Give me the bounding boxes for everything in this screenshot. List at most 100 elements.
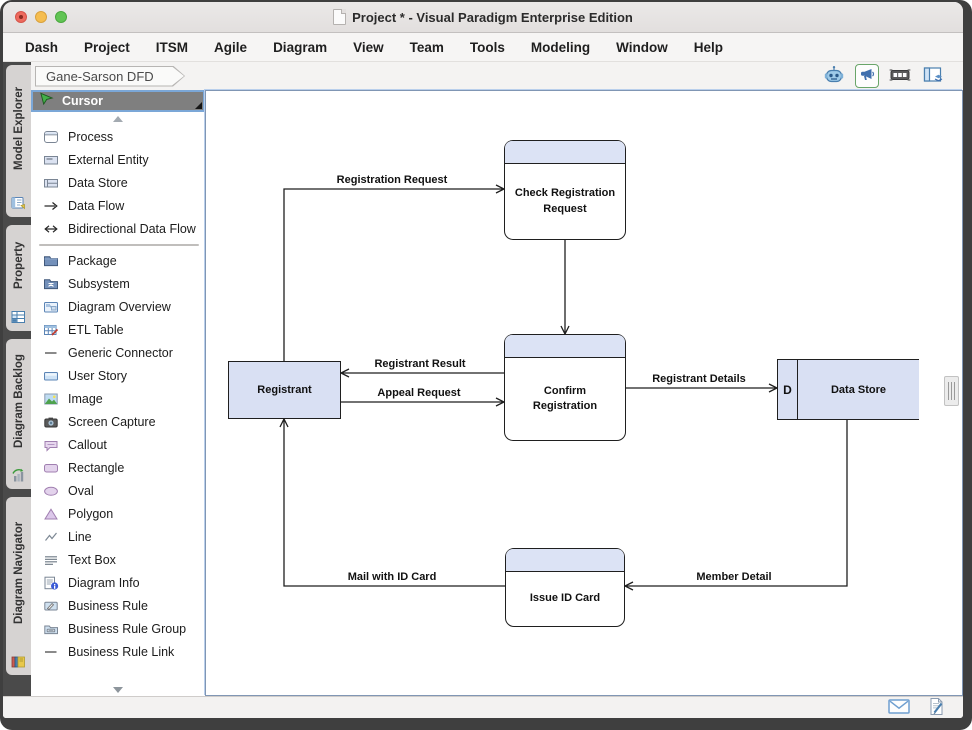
data-store-id: D [778, 360, 798, 419]
palette-item-external-entity[interactable]: External Entity [31, 148, 205, 171]
menu-view[interactable]: View [353, 40, 384, 55]
cursor-tool-label: Cursor [62, 94, 103, 108]
palette-item-bidirectional-data-flow[interactable]: Bidirectional Data Flow [31, 217, 205, 240]
menu-diagram[interactable]: Diagram [273, 40, 327, 55]
palette-cursor-tool[interactable]: Cursor [31, 90, 205, 112]
node-registrant[interactable]: Registrant [228, 361, 341, 419]
palette-item-user-story[interactable]: User Story [31, 364, 205, 387]
flow-label-member-detail[interactable]: Member Detail [696, 571, 771, 583]
diagram-backlog-icon [10, 465, 27, 485]
process-header [505, 335, 625, 358]
assistant-bot-icon [823, 64, 845, 89]
palette-item-oval[interactable]: Oval [31, 479, 205, 502]
palette-item-data-store[interactable]: Data Store [31, 171, 205, 194]
palette-item-screen-capture[interactable]: Screen Capture [31, 410, 205, 433]
menu-team[interactable]: Team [410, 40, 444, 55]
node-issue-id-card[interactable]: Issue ID Card [505, 548, 625, 627]
diagram-canvas[interactable]: Registration Request Registrant Result App… [205, 90, 963, 696]
screen-capture-icon [42, 413, 59, 430]
diagram-navigator-icon [10, 651, 27, 671]
status-edit-document-button[interactable] [928, 697, 945, 719]
status-bar [3, 696, 963, 718]
screenshot-stage: Project * - Visual Paradigm Enterprise E… [0, 0, 972, 730]
app-window: Project * - Visual Paradigm Enterprise E… [0, 0, 972, 730]
menu-dash[interactable]: Dash [25, 40, 58, 55]
toolbar-announcement-button[interactable] [855, 64, 879, 88]
side-tab-diagram-backlog[interactable]: Diagram Backlog [6, 339, 31, 489]
flow-label-registration-request[interactable]: Registration Request [337, 174, 448, 186]
palette-item-diagram-info[interactable]: Diagram Info [31, 571, 205, 594]
window-title: Project * - Visual Paradigm Enterprise E… [352, 10, 633, 25]
toolbar-storyboard-button[interactable] [888, 64, 912, 88]
flow-label-appeal-request[interactable]: Appeal Request [377, 387, 460, 399]
palette-item-label: Business Rule Group [68, 622, 186, 636]
menu-itsm[interactable]: ITSM [156, 40, 188, 55]
etl-table-icon [42, 321, 59, 338]
main-row: Cursor ProcessExternal EntityData StoreD… [31, 90, 963, 696]
palette-item-label: Polygon [68, 507, 113, 521]
node-label: Data Store [798, 360, 919, 419]
toolbar-panel-layout-button[interactable] [921, 64, 945, 88]
data-store-icon [42, 174, 59, 191]
side-tab-property[interactable]: Property [6, 225, 31, 331]
rectangle-icon [42, 459, 59, 476]
line-icon [42, 528, 59, 545]
storyboard-icon [888, 65, 912, 88]
palette-list: ProcessExternal EntityData StoreData Flo… [31, 125, 205, 683]
palette-item-callout[interactable]: Callout [31, 433, 205, 456]
toolbar-assistant-bot-button[interactable] [822, 64, 846, 88]
palette-item-package[interactable]: Package [31, 249, 205, 272]
generic-connector-icon [42, 344, 59, 361]
node-confirm-registration[interactable]: Confirm Registration [504, 334, 626, 441]
palette-item-image[interactable]: Image [31, 387, 205, 410]
right-column: Gane-Sarson DFD Cursor ProcessExternal E… [31, 62, 963, 696]
palette-item-text-box[interactable]: Text Box [31, 548, 205, 571]
palette-item-business-rule-group[interactable]: Business Rule Group [31, 617, 205, 640]
menu-project[interactable]: Project [84, 40, 130, 55]
process-header [506, 549, 624, 572]
palette-item-generic-connector[interactable]: Generic Connector [31, 341, 205, 364]
palette-item-line[interactable]: Line [31, 525, 205, 548]
flow-label-registrant-result[interactable]: Registrant Result [374, 358, 465, 370]
palette-item-label: Business Rule Link [68, 645, 174, 659]
menu-agile[interactable]: Agile [214, 40, 247, 55]
node-check-registration-request[interactable]: Check Registration Request [504, 140, 626, 240]
menu-tools[interactable]: Tools [470, 40, 505, 55]
flow-label-mail-with-id-card[interactable]: Mail with ID Card [348, 571, 437, 583]
scroll-up-icon [113, 116, 123, 122]
palette-item-business-rule-link[interactable]: Business Rule Link [31, 640, 205, 663]
palette-item-etl-table[interactable]: ETL Table [31, 318, 205, 341]
palette-item-rectangle[interactable]: Rectangle [31, 456, 205, 479]
palette-scroll-up[interactable] [31, 112, 205, 125]
menu-help[interactable]: Help [694, 40, 723, 55]
palette-item-label: Oval [68, 484, 94, 498]
palette-item-polygon[interactable]: Polygon [31, 502, 205, 525]
palette-item-business-rule[interactable]: Business Rule [31, 594, 205, 617]
side-tab-label: Model Explorer [13, 65, 25, 193]
flow-label-registrant-details[interactable]: Registrant Details [652, 373, 746, 385]
cursor-icon [39, 91, 54, 111]
palette-item-data-flow[interactable]: Data Flow [31, 194, 205, 217]
tool-corner-triangle [195, 102, 202, 109]
palette-item-process[interactable]: Process [31, 125, 205, 148]
breadcrumb-label: Gane-Sarson DFD [36, 67, 184, 86]
side-tab-diagram-navigator[interactable]: Diagram Navigator [6, 497, 31, 675]
side-tab-model-explorer[interactable]: Model Explorer [6, 65, 31, 217]
flow-mail-with-id-card[interactable] [284, 419, 505, 586]
palette-scroll-down[interactable] [31, 683, 205, 696]
palette-item-diagram-overview[interactable]: Diagram Overview [31, 295, 205, 318]
model-explorer-icon [10, 193, 27, 213]
node-label: Issue ID Card [506, 572, 624, 626]
menu-window[interactable]: Window [616, 40, 668, 55]
window-chrome: Project * - Visual Paradigm Enterprise E… [3, 2, 963, 718]
node-data-store[interactable]: DData Store [777, 359, 919, 420]
scroll-down-icon [113, 687, 123, 693]
flow-registration-request[interactable] [284, 189, 504, 361]
status-mail-button[interactable] [888, 698, 910, 718]
breadcrumb[interactable]: Gane-Sarson DFD [35, 66, 185, 87]
business-rule-group-icon [42, 620, 59, 637]
flow-member-detail[interactable] [625, 420, 847, 586]
palette-item-subsystem[interactable]: Subsystem [31, 272, 205, 295]
palette-item-label: Business Rule [68, 599, 148, 613]
menu-modeling[interactable]: Modeling [531, 40, 590, 55]
